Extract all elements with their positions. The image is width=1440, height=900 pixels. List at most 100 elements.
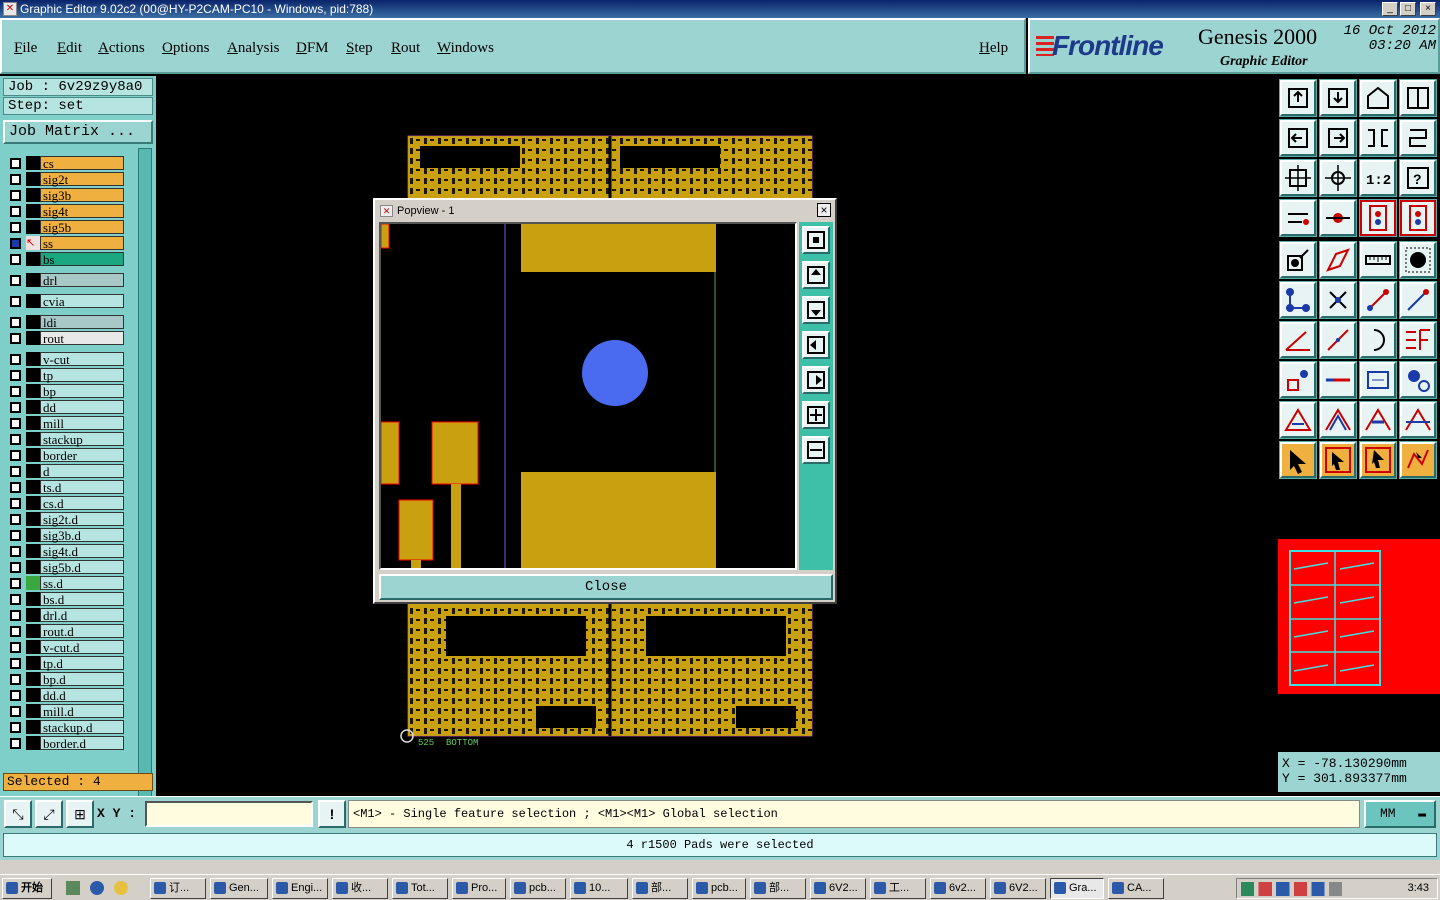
layer-name[interactable]: cvia (40, 294, 124, 309)
layer-row[interactable]: dd.d (6, 688, 124, 703)
layer-checkbox[interactable] (10, 674, 21, 685)
layer-name[interactable]: ldi (40, 315, 124, 330)
menu-edit[interactable]: Edit (57, 40, 82, 57)
popview-pan-up-button[interactable] (802, 261, 830, 289)
layer-name[interactable]: bp (40, 384, 124, 399)
layer-checkbox[interactable] (10, 578, 21, 589)
layer-checkbox[interactable] (10, 466, 21, 477)
layer-name[interactable]: sig5b.d (40, 560, 124, 575)
layer-name[interactable]: mill (40, 416, 124, 431)
layer-row[interactable]: sig4t (6, 204, 124, 219)
layer-name[interactable]: border.d (40, 736, 124, 751)
layer-name[interactable]: bs.d (40, 592, 124, 607)
layer-row[interactable]: mill (6, 416, 124, 431)
tool-button[interactable] (1279, 281, 1317, 319)
taskbar-button[interactable]: CA... (1108, 878, 1164, 899)
layer-row[interactable]: drl.d (6, 608, 124, 623)
layer-row[interactable]: sig3b.d (6, 528, 124, 543)
tool-button[interactable] (1359, 119, 1397, 157)
popview-pan-right-button[interactable] (802, 366, 830, 394)
layer-name[interactable]: sig5b (40, 220, 124, 235)
layer-checkbox[interactable] (10, 434, 21, 445)
popview-close-button[interactable]: Close (379, 574, 833, 600)
taskbar-button[interactable]: Engi... (272, 878, 328, 899)
layer-name[interactable]: tp (40, 368, 124, 383)
layer-name[interactable]: v-cut (40, 352, 124, 367)
panel-overview-map[interactable] (1278, 539, 1440, 694)
layer-name[interactable]: rout (40, 331, 124, 346)
zoom-diag-button[interactable]: ⤢ (35, 800, 63, 828)
layer-checkbox[interactable] (10, 370, 21, 381)
tool-button[interactable] (1399, 199, 1437, 237)
tool-button[interactable] (1279, 361, 1317, 399)
layer-checkbox[interactable] (10, 450, 21, 461)
layer-checkbox[interactable] (10, 690, 21, 701)
tool-button[interactable] (1319, 401, 1357, 439)
tool-button[interactable] (1359, 199, 1397, 237)
layer-checkbox[interactable] (10, 498, 21, 509)
layer-row[interactable]: cs (6, 156, 124, 171)
grid-button[interactable]: ⊞ (66, 800, 94, 828)
layer-checkbox[interactable] (10, 482, 21, 493)
job-matrix-button[interactable]: Job Matrix ... (3, 120, 153, 144)
layer-name[interactable]: ss (40, 236, 124, 251)
tool-button[interactable] (1319, 159, 1357, 197)
layer-row[interactable]: tp.d (6, 656, 124, 671)
tool-button[interactable]: 1:2 (1359, 159, 1397, 197)
taskbar-button[interactable]: pcb... (510, 878, 566, 899)
menu-help[interactable]: Help (979, 40, 1008, 57)
layer-name[interactable]: cs (40, 156, 124, 171)
layer-checkbox[interactable] (10, 333, 21, 344)
layer-row[interactable]: cs.d (6, 496, 124, 511)
layer-checkbox[interactable] (10, 658, 21, 669)
layer-row[interactable]: bs (6, 252, 124, 267)
layer-checkbox[interactable] (10, 546, 21, 557)
popview-zoom-in-button[interactable] (802, 401, 830, 429)
tool-button[interactable] (1399, 119, 1437, 157)
tool-button[interactable] (1319, 281, 1357, 319)
taskbar-button[interactable]: pcb... (692, 878, 746, 899)
layer-row[interactable]: rout.d (6, 624, 124, 639)
layer-checkbox[interactable] (10, 158, 21, 169)
layer-row[interactable]: border.d (6, 736, 124, 751)
popview-close-icon[interactable]: × (817, 203, 831, 217)
layer-row[interactable]: stackup.d (6, 720, 124, 735)
taskbar-button[interactable]: Gra... (1050, 878, 1104, 899)
layer-checkbox[interactable] (10, 530, 21, 541)
layer-row[interactable]: sig5b (6, 220, 124, 235)
minimize-button[interactable]: _ (1382, 2, 1398, 16)
layer-name[interactable]: ss.d (40, 576, 124, 591)
tool-button[interactable] (1399, 241, 1437, 279)
layer-checkbox[interactable] (10, 706, 21, 717)
tool-button[interactable] (1399, 281, 1437, 319)
layer-row[interactable]: d (6, 464, 124, 479)
layer-row[interactable]: stackup (6, 432, 124, 447)
units-select[interactable]: MM ▬ (1364, 800, 1436, 828)
close-window-button[interactable]: × (1420, 2, 1436, 16)
tray-icons[interactable] (1241, 882, 1351, 896)
media-icon[interactable] (114, 881, 128, 895)
layer-row[interactable]: sig3b (6, 188, 124, 203)
layer-row[interactable]: border (6, 448, 124, 463)
layer-name[interactable]: stackup (40, 432, 124, 447)
tool-button[interactable] (1399, 361, 1437, 399)
layer-name[interactable]: dd (40, 400, 124, 415)
layer-checkbox[interactable] (10, 386, 21, 397)
layer-checkbox[interactable] (10, 354, 21, 365)
menu-actions[interactable]: Actions (98, 40, 145, 57)
layer-checkbox[interactable] (10, 594, 21, 605)
tool-button[interactable] (1399, 321, 1437, 359)
layer-checkbox[interactable] (10, 722, 21, 733)
taskbar-button[interactable]: 部... (632, 878, 688, 899)
menu-rout[interactable]: Rout (391, 40, 420, 57)
layer-row[interactable]: drl (6, 273, 124, 288)
layer-name[interactable]: rout.d (40, 624, 124, 639)
tool-button[interactable] (1359, 361, 1397, 399)
layer-name[interactable]: d (40, 464, 124, 479)
tool-button[interactable] (1319, 79, 1357, 117)
layer-row[interactable]: sig4t.d (6, 544, 124, 559)
layer-name[interactable]: sig2t.d (40, 512, 124, 527)
tool-button[interactable] (1359, 241, 1397, 279)
layer-row[interactable]: dd (6, 400, 124, 415)
taskbar-button[interactable]: 6v2... (930, 878, 986, 899)
